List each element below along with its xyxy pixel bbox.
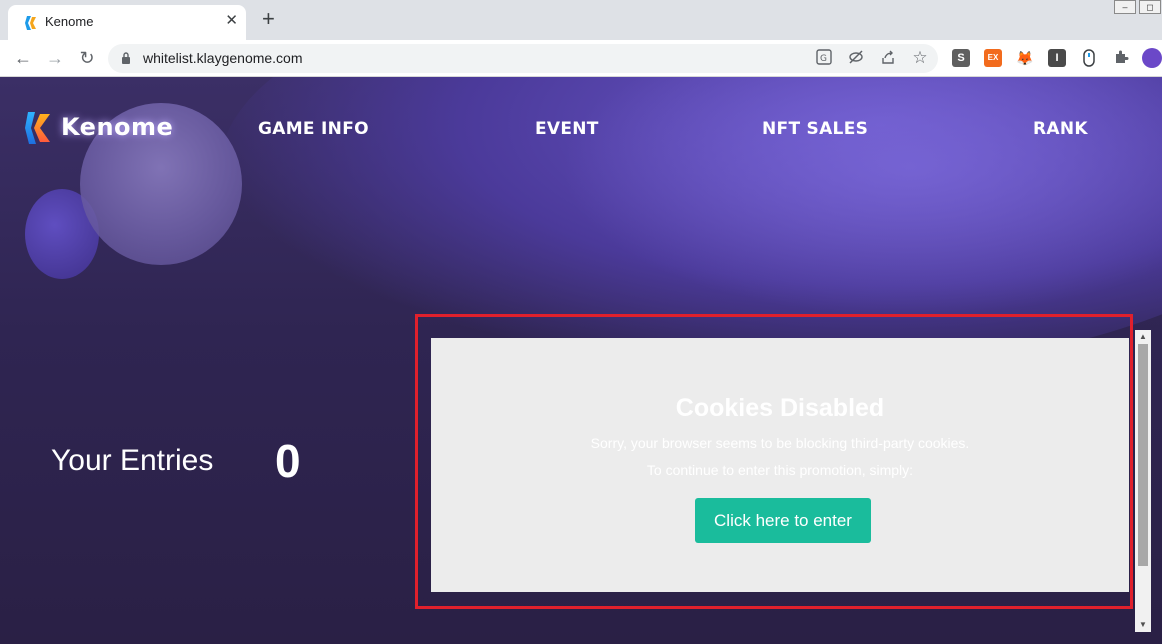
nav-event[interactable]: EVENT <box>535 119 599 139</box>
svg-text:G: G <box>820 54 827 64</box>
back-button[interactable]: ← <box>11 46 35 70</box>
cookies-disabled-widget: Cookies Disabled Sorry, your browser see… <box>431 338 1129 592</box>
s-extension-icon[interactable]: S <box>952 49 970 67</box>
widget-instruction: To continue to enter this promotion, sim… <box>646 462 914 478</box>
scroll-down-icon[interactable]: ▼ <box>1135 620 1151 630</box>
entries-label: Your Entries <box>51 444 214 477</box>
bookmark-star-icon[interactable]: ☆ <box>911 49 929 67</box>
widget-message: Sorry, your browser seems to be blocking… <box>590 435 970 451</box>
profile-avatar-icon[interactable] <box>1142 48 1162 68</box>
click-to-enter-button[interactable]: Click here to enter <box>695 498 871 543</box>
nav-nft-sales[interactable]: NFT SALES <box>762 119 868 139</box>
tab-title: Kenome <box>45 14 94 29</box>
metamask-icon[interactable]: 🦊 <box>1016 49 1034 67</box>
translate-icon[interactable]: G <box>815 49 833 67</box>
widget-scrollbar[interactable]: ▲ ▼ <box>1135 330 1151 632</box>
forward-button[interactable]: → <box>43 46 67 70</box>
extensions-puzzle-icon[interactable] <box>1112 49 1130 67</box>
mouse-extension-icon[interactable] <box>1080 49 1098 67</box>
minimize-button[interactable]: – <box>1114 0 1136 14</box>
scroll-up-icon[interactable]: ▲ <box>1135 332 1151 342</box>
page-content: Kenome GAME INFO EVENT NFT SALES RANK Yo… <box>0 77 1162 644</box>
address-bar[interactable]: whitelist.klaygenome.com G ☆ <box>108 44 938 73</box>
entries-count: 0 <box>275 435 301 487</box>
nav-game-info[interactable]: GAME INFO <box>258 119 369 139</box>
nav-rank[interactable]: RANK <box>1033 119 1088 139</box>
restore-button[interactable]: ◻ <box>1139 0 1161 14</box>
kenome-favicon-icon <box>25 16 36 30</box>
reload-button[interactable]: ↻ <box>75 46 99 70</box>
new-tab-button[interactable]: + <box>262 8 275 30</box>
ex-extension-icon[interactable]: EX <box>984 49 1002 67</box>
lock-icon <box>122 52 130 64</box>
scrollbar-thumb[interactable] <box>1138 344 1148 566</box>
tracking-protection-icon[interactable] <box>847 49 865 67</box>
url-text[interactable]: whitelist.klaygenome.com <box>143 50 303 66</box>
tab-close-icon[interactable]: ✕ <box>225 13 238 29</box>
kenome-logo-icon[interactable] <box>25 110 53 146</box>
i-extension-icon[interactable]: I <box>1048 49 1066 67</box>
site-logo[interactable]: Kenome <box>61 113 173 141</box>
browser-tab[interactable]: Kenome ✕ <box>8 5 246 40</box>
widget-title: Cookies Disabled <box>675 394 885 422</box>
browser-tab-strip: Kenome ✕ + – ◻ <box>0 0 1162 40</box>
browser-toolbar: ← → ↻ whitelist.klaygenome.com G ☆ S EX … <box>0 40 1162 77</box>
share-icon[interactable] <box>879 49 897 67</box>
